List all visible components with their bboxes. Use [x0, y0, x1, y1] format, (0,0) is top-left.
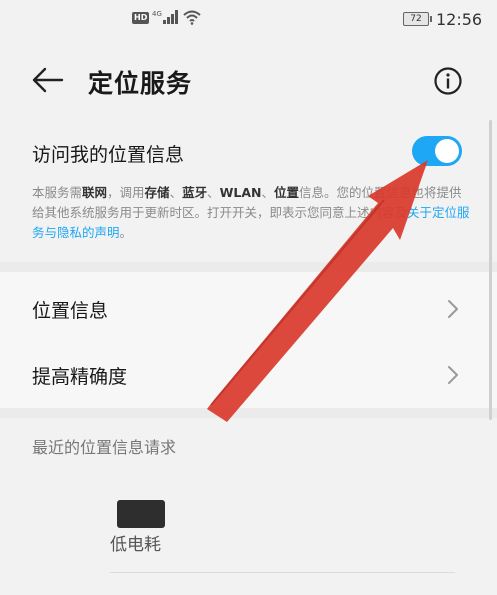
desc-text: 。 [119, 225, 133, 240]
scrollbar[interactable] [489, 120, 492, 420]
battery-icon: 72 [403, 12, 432, 26]
menu-item-label: 位置信息 [32, 300, 109, 322]
recent-requests-title: 最近的位置信息请求 [32, 438, 177, 457]
desc-text: 、 [169, 185, 183, 200]
section-divider [0, 262, 497, 272]
desc-bold: WLAN [219, 185, 262, 200]
section-divider [0, 408, 497, 418]
desc-bold: 蓝牙 [182, 185, 208, 200]
desc-bold: 位置 [274, 185, 300, 200]
service-description: 本服务需联网，调用存储、蓝牙、WLAN、位置信息。您的位置信息也将提供给其他系统… [32, 183, 472, 243]
location-access-toggle[interactable] [412, 136, 462, 166]
hd-badge: HD [132, 12, 150, 24]
list-divider [110, 572, 455, 573]
wifi-icon [183, 10, 201, 25]
menu-item-location-info[interactable]: 位置信息 [0, 276, 497, 340]
chevron-right-icon [448, 300, 458, 318]
info-icon[interactable] [433, 66, 463, 96]
menu-item-improve-accuracy[interactable]: 提高精确度 [0, 342, 497, 406]
menu-item-label: 提高精确度 [32, 366, 128, 388]
page-title: 定位服务 [88, 69, 193, 98]
status-bar: HD 4G 72 12:56 [0, 0, 497, 40]
location-access-row[interactable]: 访问我的位置信息 [0, 128, 497, 176]
back-arrow-icon[interactable] [32, 66, 64, 94]
desc-text: ，调用 [107, 185, 145, 200]
toggle-knob [435, 139, 459, 163]
clock: 12:56 [436, 10, 483, 29]
desc-bold: 联网 [82, 185, 108, 200]
chevron-right-icon [448, 366, 458, 384]
app-icon [117, 500, 165, 528]
recent-request-item-subtitle: 低电耗 [110, 535, 161, 555]
location-access-label: 访问我的位置信息 [32, 144, 185, 166]
header-bar: 定位服务 [0, 52, 497, 108]
desc-text: 本服务需 [32, 185, 83, 200]
desc-text: 、 [261, 185, 275, 200]
desc-bold: 存储 [144, 185, 170, 200]
signal-icon [163, 10, 178, 24]
desc-text: 、 [207, 185, 220, 200]
settings-card: 位置信息 提高精确度 [0, 272, 497, 408]
network-type: 4G [152, 10, 162, 18]
